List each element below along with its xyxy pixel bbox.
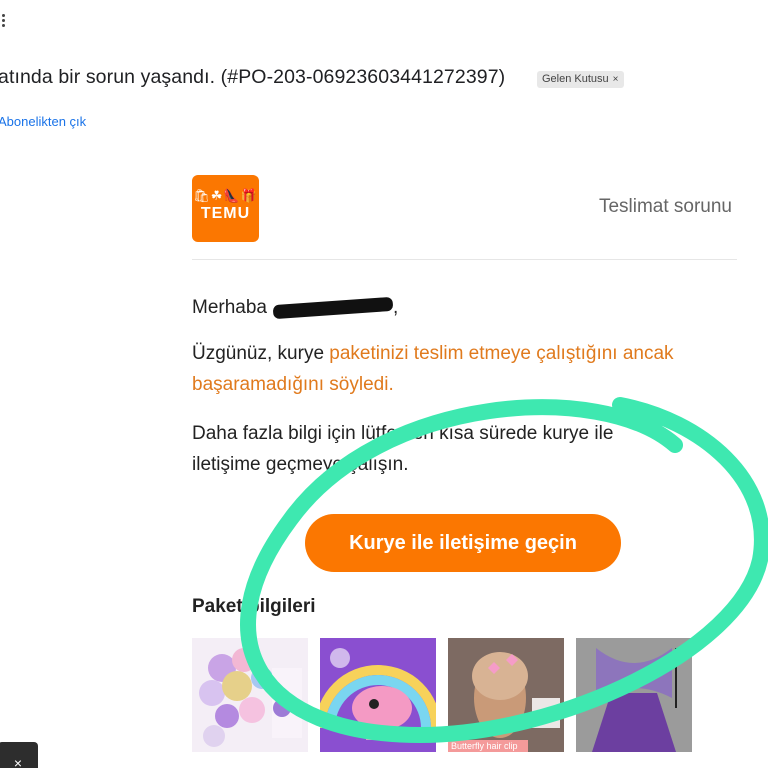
toast-close-icon[interactable]: × (0, 742, 38, 768)
temu-logo[interactable]: 🛍☘👠🎁 TEMU (192, 175, 259, 242)
delivery-issue-label: Teslimat sorunu (598, 196, 732, 217)
fairy-costume-product[interactable] (576, 638, 692, 752)
balloon-garland-image (199, 648, 302, 747)
more-info-line-1: Daha fazla bilgi için lütfen en kısa sür… (192, 423, 614, 444)
temu-logo-text: TEMU (200, 205, 251, 222)
butterfly-hair-clip-product[interactable]: Butterfly hair clip (448, 638, 564, 752)
unsubscribe-link[interactable]: Abonelikten çık (0, 114, 86, 129)
balloon-garland-product[interactable] (192, 638, 308, 752)
header-divider (192, 259, 737, 260)
temu-logo-icons: 🛍☘👠🎁 (193, 189, 258, 204)
email-subject: atında bir sorun yaşandı. (#PO-203-06923… (0, 66, 506, 88)
inbox-label-chip[interactable]: Gelen Kutusu × (537, 71, 624, 88)
greeting-comma: , (393, 297, 399, 318)
fairy-costume-image (576, 638, 692, 752)
more-options-icon[interactable] (0, 14, 10, 32)
bubble-gun-product[interactable] (320, 638, 436, 752)
redacted-name (272, 296, 394, 320)
remove-label-icon[interactable]: × (613, 74, 619, 85)
inbox-label-text: Gelen Kutusu (542, 73, 609, 85)
contact-courier-button[interactable]: Kurye ile iletişime geçin (305, 514, 621, 572)
hair-clip-image (448, 638, 564, 752)
more-info-paragraph: Daha fazla bilgi için lütfen en kısa sür… (192, 418, 737, 480)
product-caption: Butterfly hair clip (448, 740, 528, 752)
greeting-text: Merhaba (192, 297, 267, 318)
more-info-line-2: iletişime geçmeye çalışın. (192, 454, 409, 475)
package-info-title: Paket bilgileri (192, 596, 316, 617)
sorry-paragraph: Üzgünüz, kurye paketinizi teslim etmeye … (192, 338, 737, 400)
greeting-line: Merhaba, (192, 292, 737, 323)
sorry-text: Üzgünüz, kurye (192, 343, 330, 364)
bubble-gun-image (320, 648, 436, 740)
